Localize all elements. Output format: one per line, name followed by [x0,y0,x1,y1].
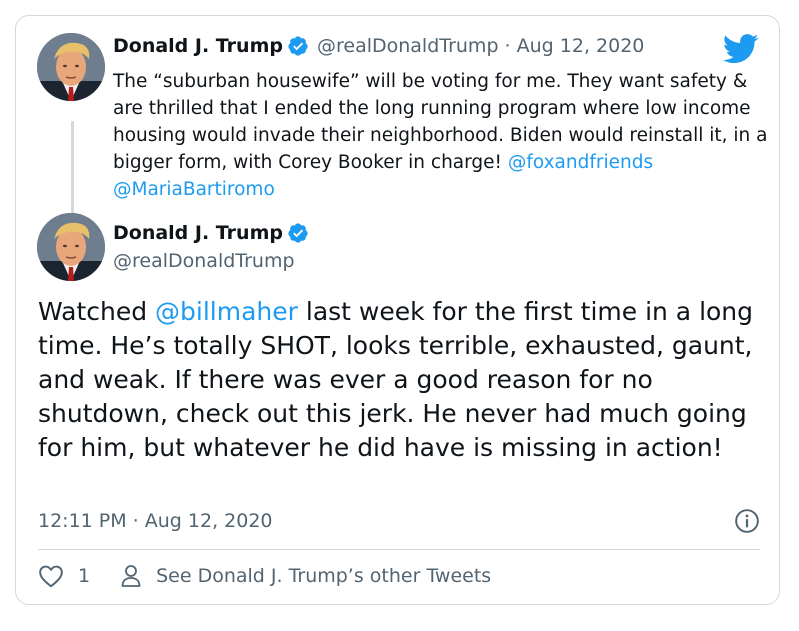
main-tweet-header: Donald J. Trump [113,222,309,244]
quoted-text-body: The “suburban housewife” will be voting … [113,71,768,173]
footer-divider [38,549,760,550]
handle-and-date[interactable]: @realDonaldTrump · Aug 12, 2020 [317,35,644,57]
avatar[interactable] [37,33,105,101]
handle[interactable]: @realDonaldTrump [113,250,295,272]
person-icon [121,565,141,587]
thread-connector-line [71,121,74,221]
info-icon[interactable] [734,508,760,534]
quoted-tweet-header: Donald J. Trump @realDonaldTrump · Aug 1… [113,35,644,57]
avatar[interactable] [37,213,105,281]
tweet-footer: 1 See Donald J. Trump’s other Tweets [38,564,491,588]
display-name[interactable]: Donald J. Trump [113,35,283,57]
mention-link[interactable]: @MariaBartiromo [113,179,275,200]
tweet-date: Aug 12, 2020 [516,35,645,57]
see-other-tweets-link[interactable]: See Donald J. Trump’s other Tweets [156,565,491,587]
main-tweet-text: Watched @billmaher last week for the fir… [38,295,768,465]
tweet-text-intro: Watched [38,297,156,326]
mention-link[interactable]: @foxandfriends [508,152,653,173]
quoted-tweet-text: The “suburban housewife” will be voting … [113,68,768,203]
handle: @realDonaldTrump [316,35,499,57]
verified-badge-icon [288,223,308,243]
avatar-image [37,213,105,281]
like-count: 1 [78,565,91,587]
display-name[interactable]: Donald J. Trump [113,222,283,244]
heart-icon[interactable] [38,564,64,588]
tweet-timestamp[interactable]: 12:11 PM · Aug 12, 2020 [38,510,273,532]
verified-badge-icon [288,36,308,56]
tweet-embed-card: Donald J. Trump @realDonaldTrump · Aug 1… [15,15,780,605]
mention-link[interactable]: @billmaher [155,297,298,326]
separator: · [498,35,517,57]
twitter-bird-icon[interactable] [723,34,759,64]
avatar-image [37,33,105,101]
